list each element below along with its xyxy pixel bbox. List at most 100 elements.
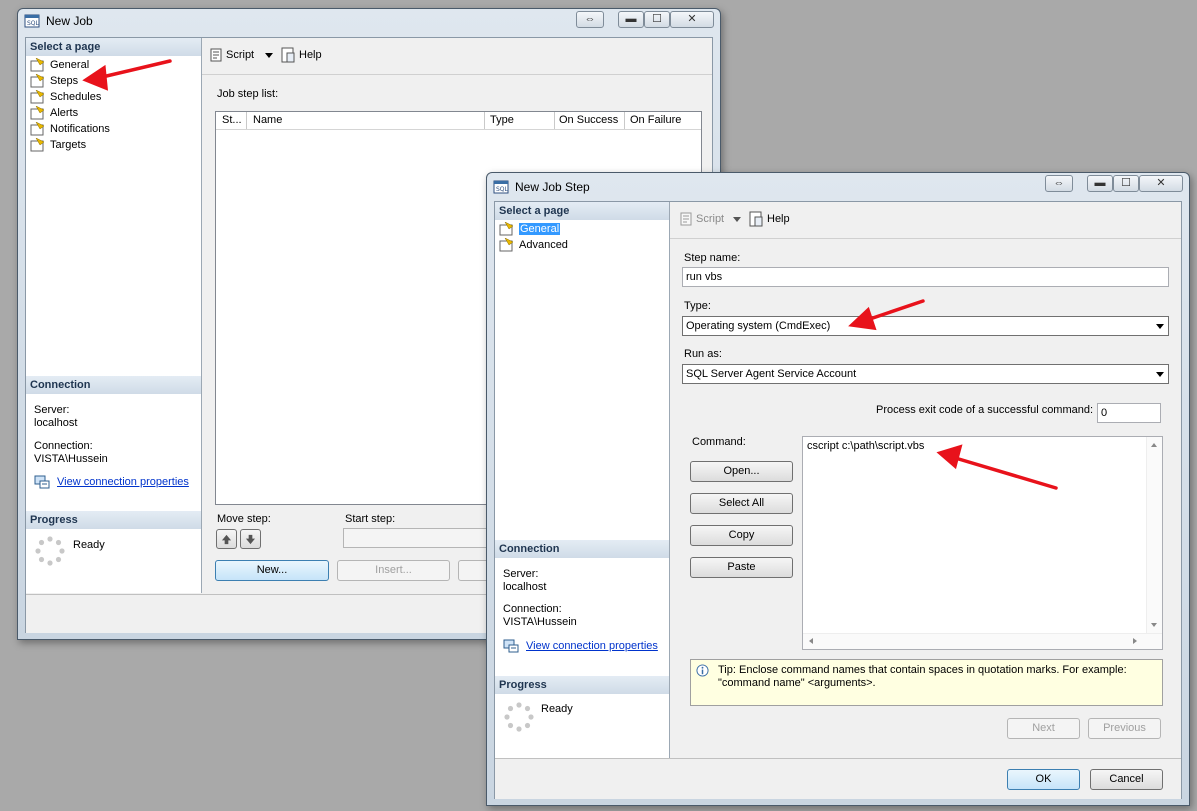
chevron-down-icon — [1156, 324, 1164, 329]
script-icon — [680, 212, 692, 226]
move-step-label: Move step: — [217, 513, 271, 525]
open-button[interactable]: Open... — [690, 461, 793, 482]
resize-arrows-icon: ⇔ — [1053, 177, 1065, 189]
next-button[interactable]: Next — [1007, 718, 1080, 739]
minimize-button[interactable]: ▬ — [1087, 175, 1113, 192]
insert-step-button[interactable]: Insert... — [337, 560, 450, 581]
page-icon — [499, 238, 514, 252]
tip-box: Tip: Enclose command names that contain … — [690, 659, 1163, 706]
move-step-down-button[interactable] — [240, 529, 261, 549]
column-header-on-failure[interactable]: On Failure — [630, 114, 681, 126]
scroll-down-icon[interactable] — [1151, 623, 1157, 627]
new-job-step-client: Select a page General Advanced Connectio… — [494, 201, 1182, 799]
copy-button[interactable]: Copy — [690, 525, 793, 546]
view-connection-properties-link[interactable]: View connection properties — [57, 476, 189, 488]
maximize-button[interactable]: ☐ — [644, 11, 670, 28]
minimize-icon: ▬ — [1094, 177, 1106, 189]
column-header-on-success[interactable]: On Success — [559, 114, 618, 126]
script-button[interactable]: Script — [226, 46, 254, 64]
scroll-left-icon[interactable] — [809, 638, 813, 644]
page-label: General — [519, 223, 561, 235]
page-item-targets[interactable]: Targets — [28, 137, 86, 153]
ok-button[interactable]: OK — [1007, 769, 1080, 790]
connection-properties-icon — [34, 475, 50, 489]
page-item-general[interactable]: General — [28, 57, 89, 73]
start-step-dropdown[interactable] — [343, 528, 503, 548]
view-connection-properties-link[interactable]: View connection properties — [526, 640, 658, 652]
vertical-scrollbar[interactable] — [1146, 437, 1162, 633]
minimize-button[interactable]: ▬ — [618, 11, 644, 28]
scroll-up-icon[interactable] — [1151, 443, 1157, 447]
run-as-label: Run as: — [684, 348, 722, 360]
help-button[interactable]: Help — [767, 210, 790, 228]
page-item-general[interactable]: General — [497, 221, 561, 237]
connection-label: Connection: — [503, 603, 562, 615]
script-dropdown-icon[interactable] — [733, 217, 741, 222]
page-label: Steps — [50, 75, 79, 87]
select-all-button[interactable]: Select All — [690, 493, 793, 514]
page-item-alerts[interactable]: Alerts — [28, 105, 78, 121]
type-dropdown[interactable]: Operating system (CmdExec) — [682, 316, 1169, 336]
progress-header: Progress — [26, 511, 201, 529]
run-as-dropdown[interactable]: SQL Server Agent Service Account — [682, 364, 1169, 384]
horizontal-scrollbar[interactable] — [803, 633, 1162, 649]
column-divider — [624, 112, 625, 129]
page-item-notifications[interactable]: Notifications — [28, 121, 110, 137]
connection-header: Connection — [495, 540, 669, 558]
chevron-down-icon — [1156, 372, 1164, 377]
page-item-steps[interactable]: Steps — [28, 73, 78, 89]
page-label: Targets — [50, 139, 87, 151]
step-toolbar: Script Help — [670, 202, 1181, 239]
progress-spinner-icon — [504, 702, 534, 732]
column-header-step[interactable]: St... — [222, 114, 242, 126]
close-button[interactable]: ✕ — [670, 11, 714, 28]
maximize-button[interactable]: ☐ — [1113, 175, 1139, 192]
previous-button[interactable]: Previous — [1088, 718, 1161, 739]
script-icon — [210, 48, 222, 62]
new-job-titlebar[interactable]: SQL New Job ⇔ ▬ ☐ ✕ — [18, 9, 720, 35]
help-icon — [281, 47, 295, 63]
scroll-right-icon[interactable] — [1133, 638, 1137, 644]
column-header-name[interactable]: Name — [253, 114, 282, 126]
svg-text:SQL: SQL — [496, 186, 509, 193]
page-item-schedules[interactable]: Schedules — [28, 89, 101, 105]
step-name-input[interactable]: run vbs — [682, 267, 1169, 287]
help-button[interactable]: Help — [299, 46, 322, 64]
resize-arrows-button[interactable]: ⇔ — [576, 11, 604, 28]
page-icon — [30, 106, 45, 120]
help-icon — [749, 211, 763, 227]
page-icon — [30, 122, 45, 136]
page-icon — [30, 74, 45, 88]
script-dropdown-icon[interactable] — [265, 53, 273, 58]
connection-value: VISTA\Hussein — [503, 616, 577, 628]
step-footer: OK Cancel — [495, 758, 1181, 799]
move-step-up-button[interactable] — [216, 529, 237, 549]
step-name-label: Step name: — [684, 252, 741, 264]
close-icon: ✕ — [687, 13, 697, 25]
new-step-button[interactable]: New... — [215, 560, 329, 581]
page-label: Schedules — [50, 91, 102, 103]
column-header-type[interactable]: Type — [490, 114, 514, 126]
server-value: localhost — [503, 581, 547, 593]
page-label: Advanced — [519, 239, 568, 251]
new-job-step-titlebar[interactable]: SQL New Job Step ⇔ ▬ ☐ ✕ — [487, 173, 1189, 199]
paste-button[interactable]: Paste — [690, 557, 793, 578]
exit-code-input[interactable]: 0 — [1097, 403, 1161, 423]
step-left-pane: Select a page General Advanced Connectio… — [495, 202, 670, 758]
tip-text-line2: "command name" <arguments>. — [718, 677, 876, 689]
page-item-advanced[interactable]: Advanced — [497, 237, 568, 253]
script-button[interactable]: Script — [696, 210, 724, 228]
command-textarea[interactable]: cscript c:\path\script.vbs — [802, 436, 1163, 650]
close-button[interactable]: ✕ — [1139, 175, 1183, 192]
server-value: localhost — [34, 417, 78, 429]
maximize-icon: ☐ — [1121, 177, 1131, 189]
minimize-icon: ▬ — [625, 13, 637, 25]
column-divider — [484, 112, 485, 129]
job-step-list-label: Job step list: — [217, 88, 279, 100]
page-icon — [499, 222, 514, 236]
progress-spinner-icon — [35, 536, 65, 566]
cancel-button[interactable]: Cancel — [1090, 769, 1163, 790]
connection-properties-icon — [503, 639, 519, 653]
exit-code-label: Process exit code of a successful comman… — [876, 404, 1094, 416]
resize-arrows-button[interactable]: ⇔ — [1045, 175, 1073, 192]
